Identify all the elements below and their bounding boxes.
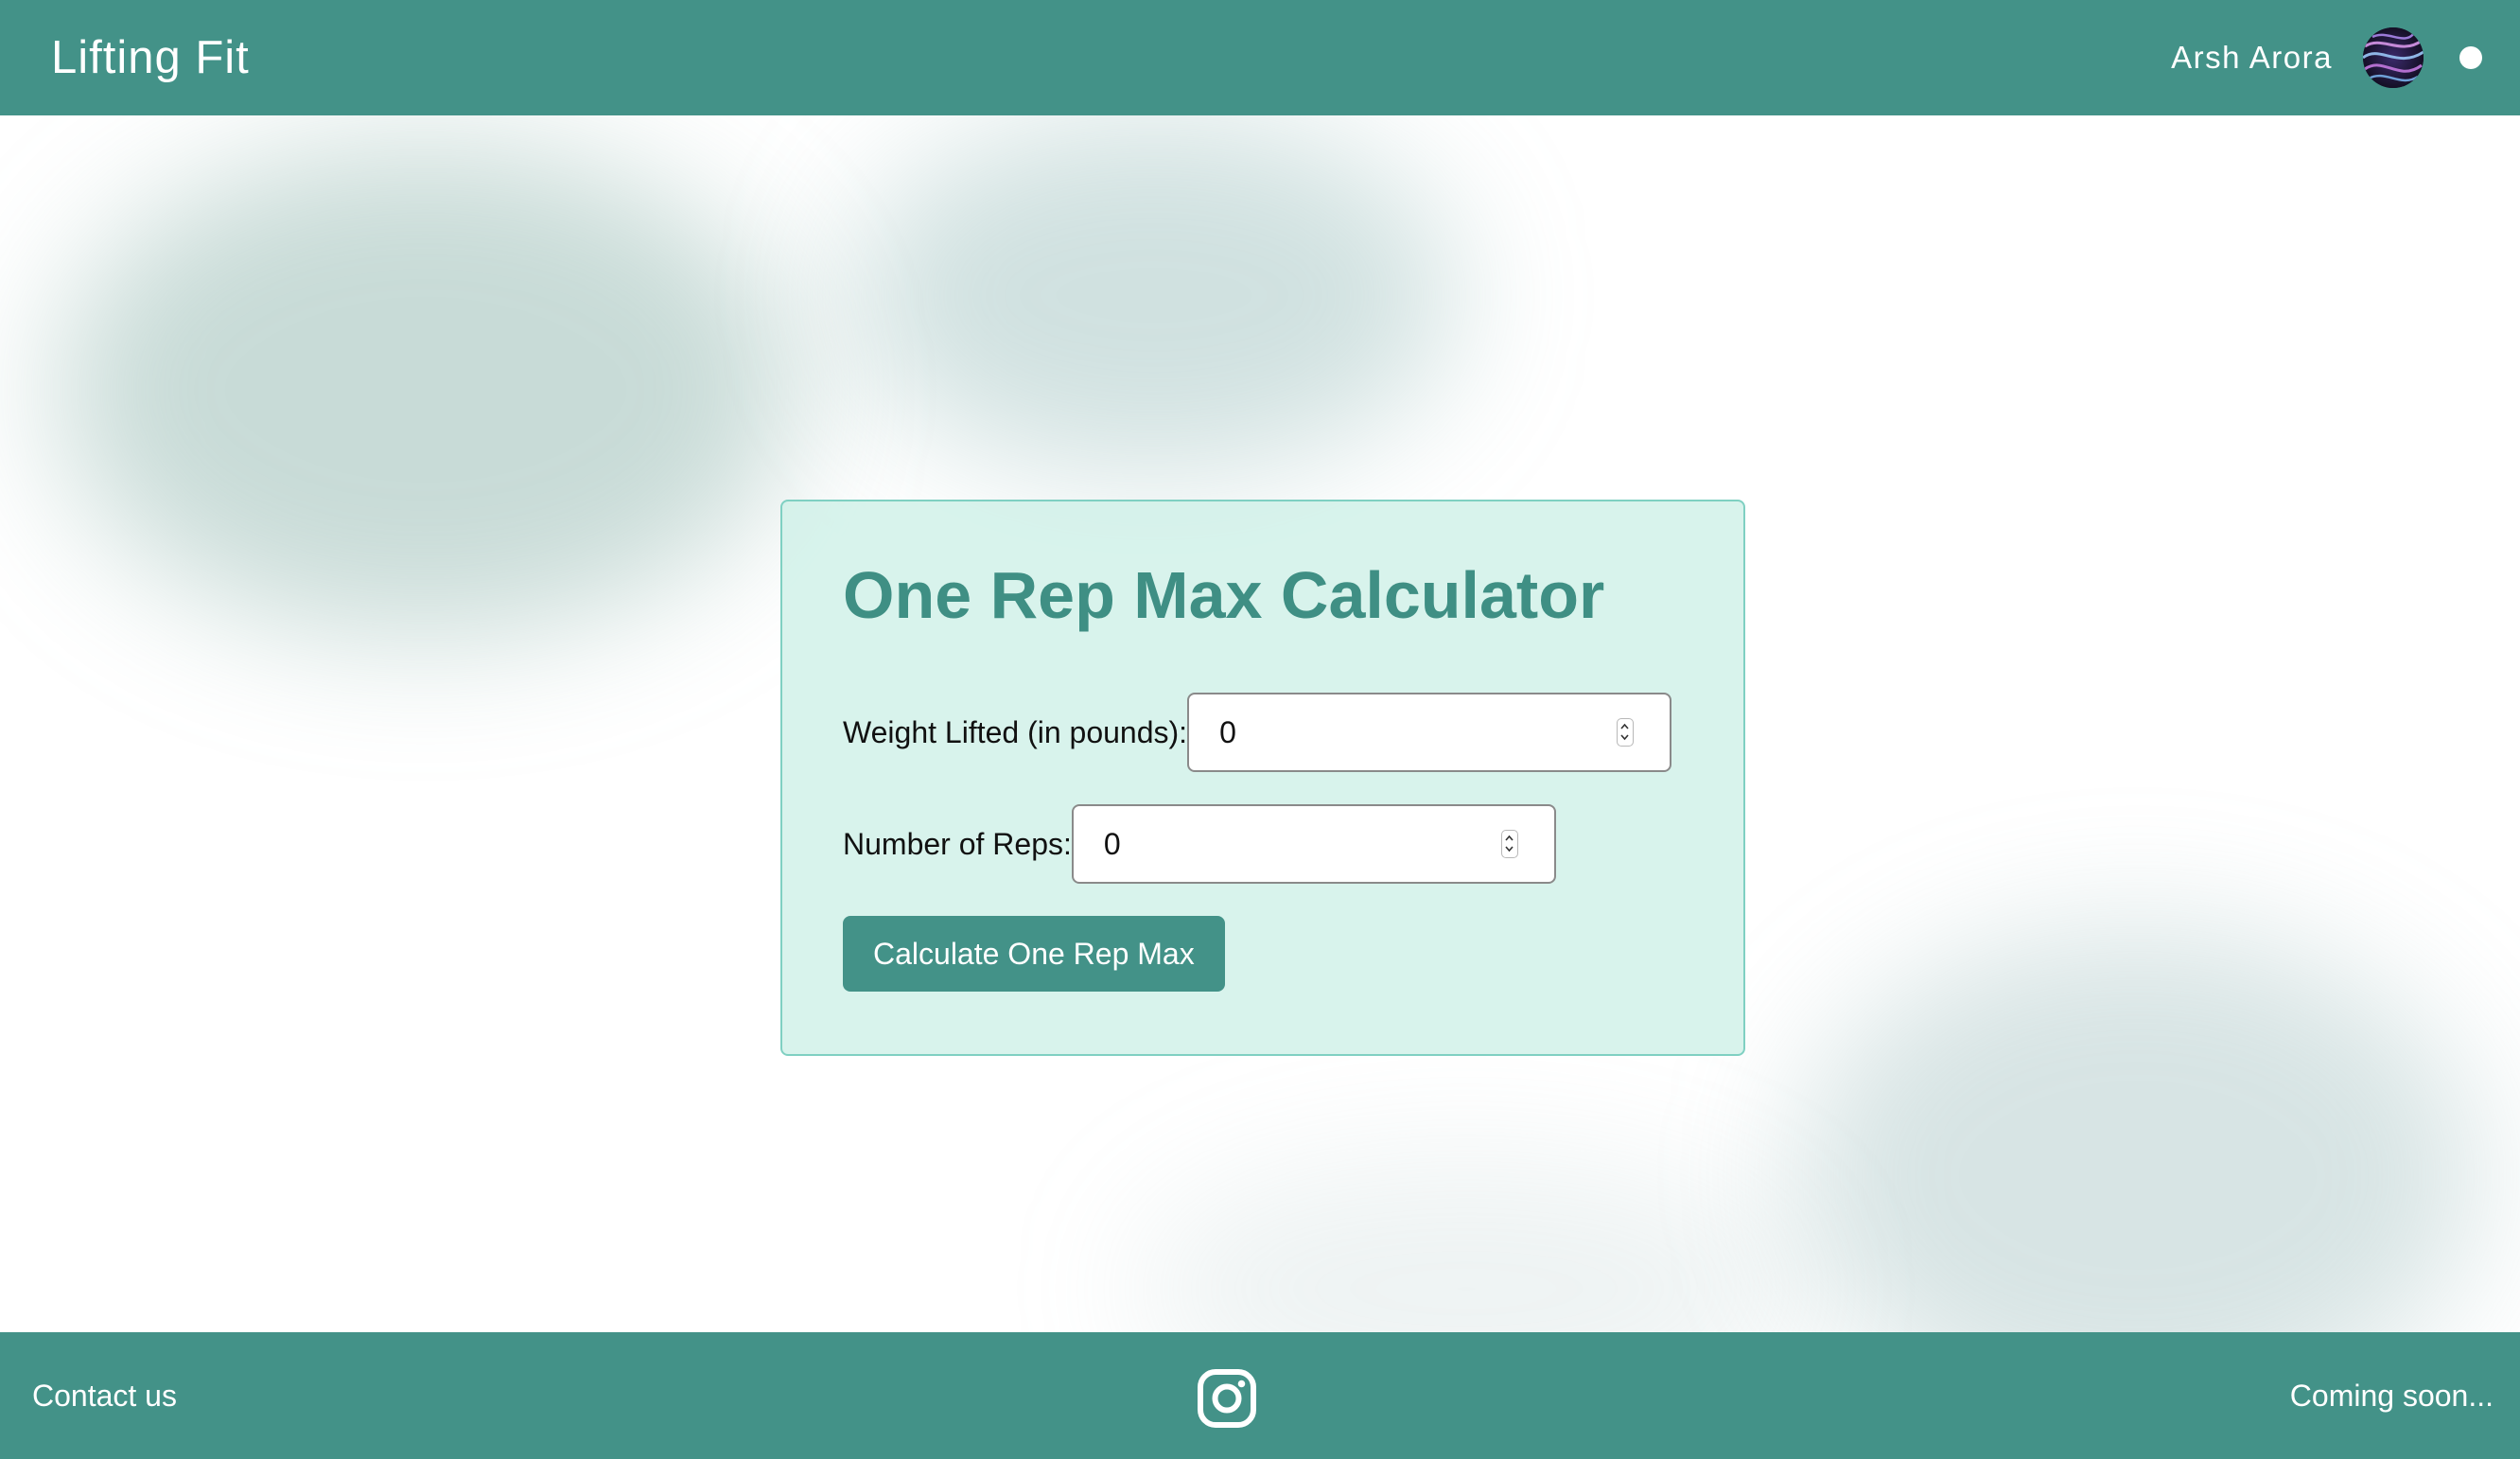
instagram-glyph [1198, 1369, 1256, 1428]
background-blob [1135, 1156, 1797, 1332]
weight-spinner[interactable] [1617, 718, 1635, 747]
calculator-title: One Rep Max Calculator [843, 558, 1605, 632]
avatar[interactable] [2363, 27, 2424, 88]
brand-title[interactable]: Lifting Fit [51, 31, 250, 84]
reps-input[interactable]: 0 [1071, 804, 1556, 884]
footer: Contact us Coming soon... [0, 1332, 2520, 1459]
page: Lifting Fit Arsh Arora One Rep Max Calcu… [0, 0, 2520, 1459]
reps-row: Number of Reps: 0 [843, 804, 1683, 884]
background-blob [57, 144, 795, 636]
avatar-image [2363, 27, 2424, 88]
top-navbar: Lifting Fit Arsh Arora [0, 0, 2520, 115]
reps-spinner[interactable] [1500, 830, 1518, 858]
instagram-icon[interactable] [1197, 1368, 1257, 1429]
reps-value: 0 [1103, 826, 1121, 861]
coming-soon-text: Coming soon... [2289, 1378, 2494, 1413]
one-rep-max-card: One Rep Max Calculator Weight Lifted (in… [780, 500, 1745, 1056]
contact-us-link[interactable]: Contact us [32, 1379, 177, 1414]
calculate-button[interactable]: Calculate One Rep Max [843, 916, 1225, 992]
background-blob [1797, 929, 2478, 1332]
weight-label: Weight Lifted (in pounds): [843, 714, 1188, 749]
user-area: Arsh Arora [2171, 27, 2482, 88]
reps-label: Number of Reps: [843, 826, 1072, 861]
main-content: One Rep Max Calculator Weight Lifted (in… [0, 115, 2520, 1332]
weight-input[interactable]: 0 [1187, 693, 1672, 772]
weight-value: 0 [1219, 714, 1236, 749]
theme-toggle-dot[interactable] [2459, 46, 2482, 69]
background-blob [851, 115, 1457, 475]
user-name[interactable]: Arsh Arora [2171, 40, 2333, 76]
weight-row: Weight Lifted (in pounds): 0 [843, 693, 1683, 772]
spinner-arrows-icon [1505, 835, 1514, 853]
spinner-arrows-icon [1620, 723, 1629, 741]
